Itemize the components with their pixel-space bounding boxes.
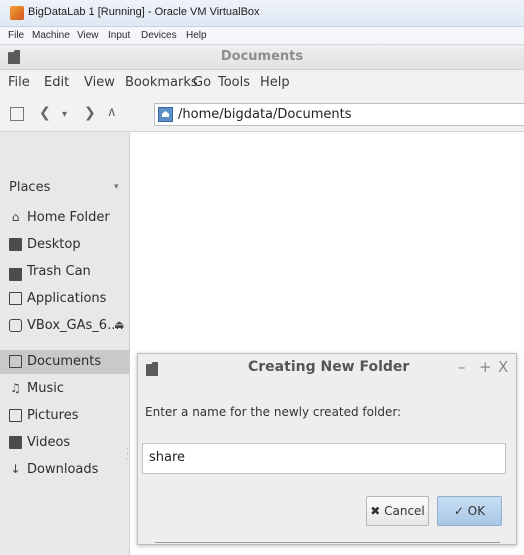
close-icon[interactable]: X bbox=[498, 358, 508, 376]
menu-help[interactable]: Help bbox=[260, 75, 290, 90]
sidebar-item-label: Applications bbox=[27, 291, 107, 306]
sidebar-item-videos[interactable]: Videos bbox=[0, 431, 129, 455]
new-folder-dialog: Creating New Folder – + X Enter a name f… bbox=[137, 353, 517, 545]
sidebar-item-label: VBox_GAs_6.... bbox=[27, 318, 124, 333]
virtualbox-menu-bar: File Machine View Input Devices Help bbox=[0, 27, 524, 45]
ok-button[interactable]: ✓ OK bbox=[437, 496, 502, 526]
vb-menu-devices[interactable]: Devices bbox=[141, 30, 177, 41]
videos-icon bbox=[9, 436, 22, 449]
virtualbox-title-bar: BigDataLab 1 [Running] - Oracle VM Virtu… bbox=[0, 0, 524, 27]
sidebar-resize-handle[interactable]: · · · bbox=[126, 446, 129, 465]
folder-icon bbox=[146, 362, 158, 376]
sidebar-item-label: Music bbox=[27, 381, 64, 396]
cancel-icon: ✖ bbox=[370, 504, 381, 518]
sidebar-item-label: Trash Can bbox=[27, 264, 91, 279]
minimize-icon[interactable]: – bbox=[458, 358, 466, 376]
menu-go[interactable]: Go bbox=[193, 75, 211, 90]
trash-icon bbox=[9, 265, 22, 281]
vb-menu-machine[interactable]: Machine bbox=[32, 30, 70, 41]
maximize-icon[interactable]: + bbox=[479, 358, 492, 376]
sidebar-item-label: Downloads bbox=[27, 462, 99, 477]
cancel-button-label: Cancel bbox=[384, 504, 425, 518]
disc-icon bbox=[9, 319, 22, 332]
menu-edit[interactable]: Edit bbox=[44, 75, 69, 90]
vb-menu-view[interactable]: View bbox=[77, 30, 99, 41]
up-icon[interactable]: ∧ bbox=[107, 105, 117, 121]
downloads-icon: ↓ bbox=[10, 462, 21, 476]
new-tab-icon[interactable] bbox=[10, 107, 24, 121]
sidebar-item-downloads[interactable]: ↓ Downloads bbox=[0, 458, 129, 482]
sidebar-item-label: Videos bbox=[27, 435, 71, 450]
sidebar-heading: Places bbox=[9, 180, 51, 195]
vb-menu-input[interactable]: Input bbox=[108, 30, 130, 41]
sidebar-item-home-folder[interactable]: ⌂ Home Folder bbox=[0, 206, 129, 230]
back-icon[interactable]: ❮ bbox=[39, 105, 51, 121]
vb-menu-file[interactable]: File bbox=[8, 30, 24, 41]
cancel-button[interactable]: ✖ Cancel bbox=[366, 496, 429, 526]
sidebar-item-music[interactable]: ♫ Music bbox=[0, 377, 129, 401]
sidebar-item-desktop[interactable]: Desktop bbox=[0, 233, 129, 257]
virtualbox-logo-icon bbox=[10, 6, 24, 20]
ok-icon: ✓ bbox=[453, 504, 464, 518]
sidebar-item-label: Documents bbox=[27, 354, 102, 369]
folder-name-input[interactable]: share bbox=[142, 443, 506, 474]
eject-icon[interactable]: ⏏ bbox=[114, 318, 124, 331]
forward-icon[interactable]: ❯ bbox=[84, 105, 96, 121]
toolbar: ❮ ▾ ❯ ∧ /home/bigdata/Documents bbox=[0, 97, 524, 132]
home-icon: ⌂ bbox=[11, 210, 20, 224]
ok-button-label: OK bbox=[467, 504, 486, 518]
sidebar-item-label: Desktop bbox=[27, 237, 81, 252]
dialog-title-bar[interactable]: Creating New Folder – + X bbox=[138, 354, 516, 382]
dialog-bottom-divider bbox=[155, 542, 500, 543]
collapse-icon[interactable]: ▾ bbox=[114, 182, 119, 192]
menu-tools[interactable]: Tools bbox=[218, 75, 250, 90]
file-manager-menu-bar: File Edit View Bookmarks Go Tools Help bbox=[0, 70, 524, 97]
virtualbox-window-title: BigDataLab 1 [Running] - Oracle VM Virtu… bbox=[28, 6, 260, 18]
menu-view[interactable]: View bbox=[84, 75, 115, 90]
file-manager-title: Documents bbox=[220, 49, 304, 64]
sidebar-item-trash-can[interactable]: Trash Can bbox=[0, 260, 129, 284]
places-sidebar: Places ▾ ⌂ Home Folder Desktop Trash Can… bbox=[0, 132, 130, 555]
file-manager-title-bar: Documents bbox=[0, 45, 524, 70]
sidebar-item-label: Home Folder bbox=[27, 210, 110, 225]
pictures-icon bbox=[9, 409, 22, 422]
vb-menu-help[interactable]: Help bbox=[186, 30, 207, 41]
menu-file[interactable]: File bbox=[8, 75, 30, 90]
home-location-icon[interactable] bbox=[158, 107, 173, 122]
sidebar-item-label: Pictures bbox=[27, 408, 79, 423]
dialog-prompt: Enter a name for the newly created folde… bbox=[145, 405, 402, 419]
sidebar-item-documents[interactable]: Documents bbox=[0, 350, 129, 374]
dialog-title: Creating New Folder bbox=[248, 359, 410, 375]
desktop-icon bbox=[9, 238, 22, 251]
sidebar-item-vbox-gas[interactable]: VBox_GAs_6.... ⏏ bbox=[0, 314, 129, 338]
location-path[interactable]: /home/bigdata/Documents bbox=[178, 107, 352, 122]
menu-bookmarks[interactable]: Bookmarks bbox=[125, 75, 198, 90]
music-icon: ♫ bbox=[10, 381, 21, 395]
sidebar-item-pictures[interactable]: Pictures bbox=[0, 404, 129, 428]
menu-down-icon[interactable]: ▾ bbox=[62, 107, 67, 123]
applications-icon bbox=[9, 292, 22, 305]
sidebar-item-applications[interactable]: Applications bbox=[0, 287, 129, 311]
documents-icon bbox=[9, 355, 22, 368]
